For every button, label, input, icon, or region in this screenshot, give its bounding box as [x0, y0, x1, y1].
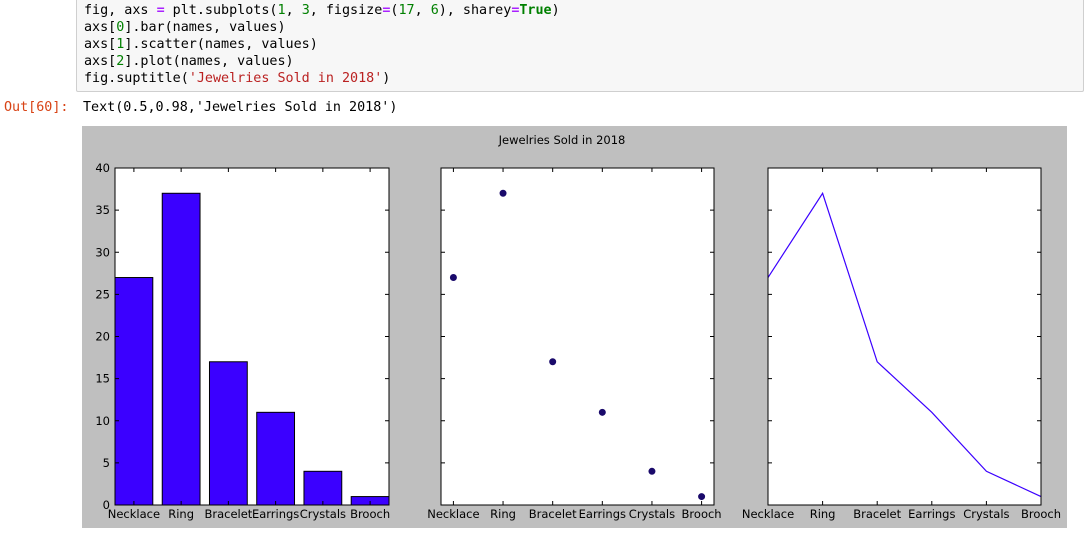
code-line: fig, axs = plt.subplots(1, 3, figsize=(1… [84, 2, 560, 19]
code-token: , figsize [309, 3, 383, 18]
code-token: ) [382, 71, 391, 86]
x-tick-label: Crystals [963, 507, 1009, 521]
scatter-point [598, 408, 606, 416]
scatter-point [549, 358, 557, 366]
y-tick-label: 25 [95, 287, 110, 301]
bar [114, 277, 154, 506]
x-tick-label: Necklace [108, 507, 160, 521]
scatter-point [449, 274, 457, 282]
x-tick-label: Bracelet [204, 507, 252, 521]
x-tick-label: Brooch [682, 507, 722, 521]
code-token: = [156, 3, 165, 18]
y-tick-label: 10 [95, 414, 110, 428]
code-line: axs[1].scatter(names, values) [84, 36, 318, 53]
x-tick-label: Ring [168, 507, 194, 521]
code-line: axs[2].plot(names, values) [84, 53, 294, 70]
code-token: axs[ [84, 20, 117, 35]
scatter-point [648, 467, 656, 475]
x-tick-label: Crystals [629, 507, 675, 521]
code-token: 3 [301, 3, 310, 18]
x-tick-label: Ring [810, 507, 836, 521]
code-token: 17 [398, 3, 415, 18]
axes-background [115, 168, 389, 505]
y-tick-label: 5 [103, 456, 110, 470]
code-token: 'Jewelries Sold in 2018' [188, 71, 383, 86]
x-tick-label: Ring [490, 507, 516, 521]
x-tick-label: Earrings [579, 507, 626, 521]
code-line: axs[0].bar(names, values) [84, 19, 286, 36]
code-token: ].bar(names, values) [124, 20, 286, 35]
code-token: ), sharey [438, 3, 512, 18]
y-tick-label: 0 [103, 498, 110, 512]
output-text: Text(0.5,0.98,'Jewelries Sold in 2018') [83, 100, 398, 115]
code-token: 1 [277, 3, 286, 18]
y-tick-label: 30 [95, 245, 110, 259]
x-tick-label: Necklace [742, 507, 794, 521]
x-tick-label: Crystals [300, 507, 346, 521]
x-tick-label: Earrings [908, 507, 955, 521]
code-token: 6 [430, 3, 439, 18]
x-tick-label: Brooch [350, 507, 390, 521]
y-tick-label: 15 [95, 372, 110, 386]
output-prompt: Out[60]: [4, 100, 69, 115]
figure: Jewelries Sold in 2018 Necklace Ring Brace… [82, 126, 1067, 528]
code-token: , [414, 3, 431, 18]
y-tick-label: 35 [95, 203, 110, 217]
x-tick-label: Necklace [427, 507, 479, 521]
code-token: ].scatter(names, values) [124, 37, 318, 52]
code-cell[interactable]: fig, axs = plt.subplots(1, 3, figsize=(1… [76, 0, 1084, 92]
axes-background [768, 168, 1041, 505]
code-token: True [519, 3, 552, 18]
code-token: axs[ [84, 54, 117, 69]
x-tick-label: Bracelet [853, 507, 901, 521]
code-token: fig, axs [84, 3, 157, 18]
x-tick-label: Brooch [1021, 507, 1061, 521]
code-token: , [285, 3, 302, 18]
scatter-point [499, 189, 507, 197]
y-tick-label: 40 [95, 161, 110, 175]
code-line: fig.suptitle('Jewelries Sold in 2018') [84, 70, 390, 87]
bar [303, 470, 343, 506]
axes-background [441, 168, 714, 505]
chart-figure: Jewelries Sold in 2018 Necklace Ring Brace… [95, 133, 1061, 521]
code-token: ) [551, 3, 560, 18]
bar [161, 192, 201, 506]
y-tick-label: 20 [95, 330, 110, 344]
x-tick-label: Earrings [252, 507, 299, 521]
code-token: plt.subplots( [164, 3, 278, 18]
code-token: fig.suptitle( [84, 71, 189, 86]
code-token: axs[ [84, 37, 117, 52]
scatter-point [698, 493, 706, 501]
figure-suptitle: Jewelries Sold in 2018 [498, 133, 626, 147]
bar [256, 411, 296, 506]
x-tick-label: Bracelet [529, 507, 577, 521]
code-token: ].plot(names, values) [124, 54, 294, 69]
bar [208, 361, 248, 506]
